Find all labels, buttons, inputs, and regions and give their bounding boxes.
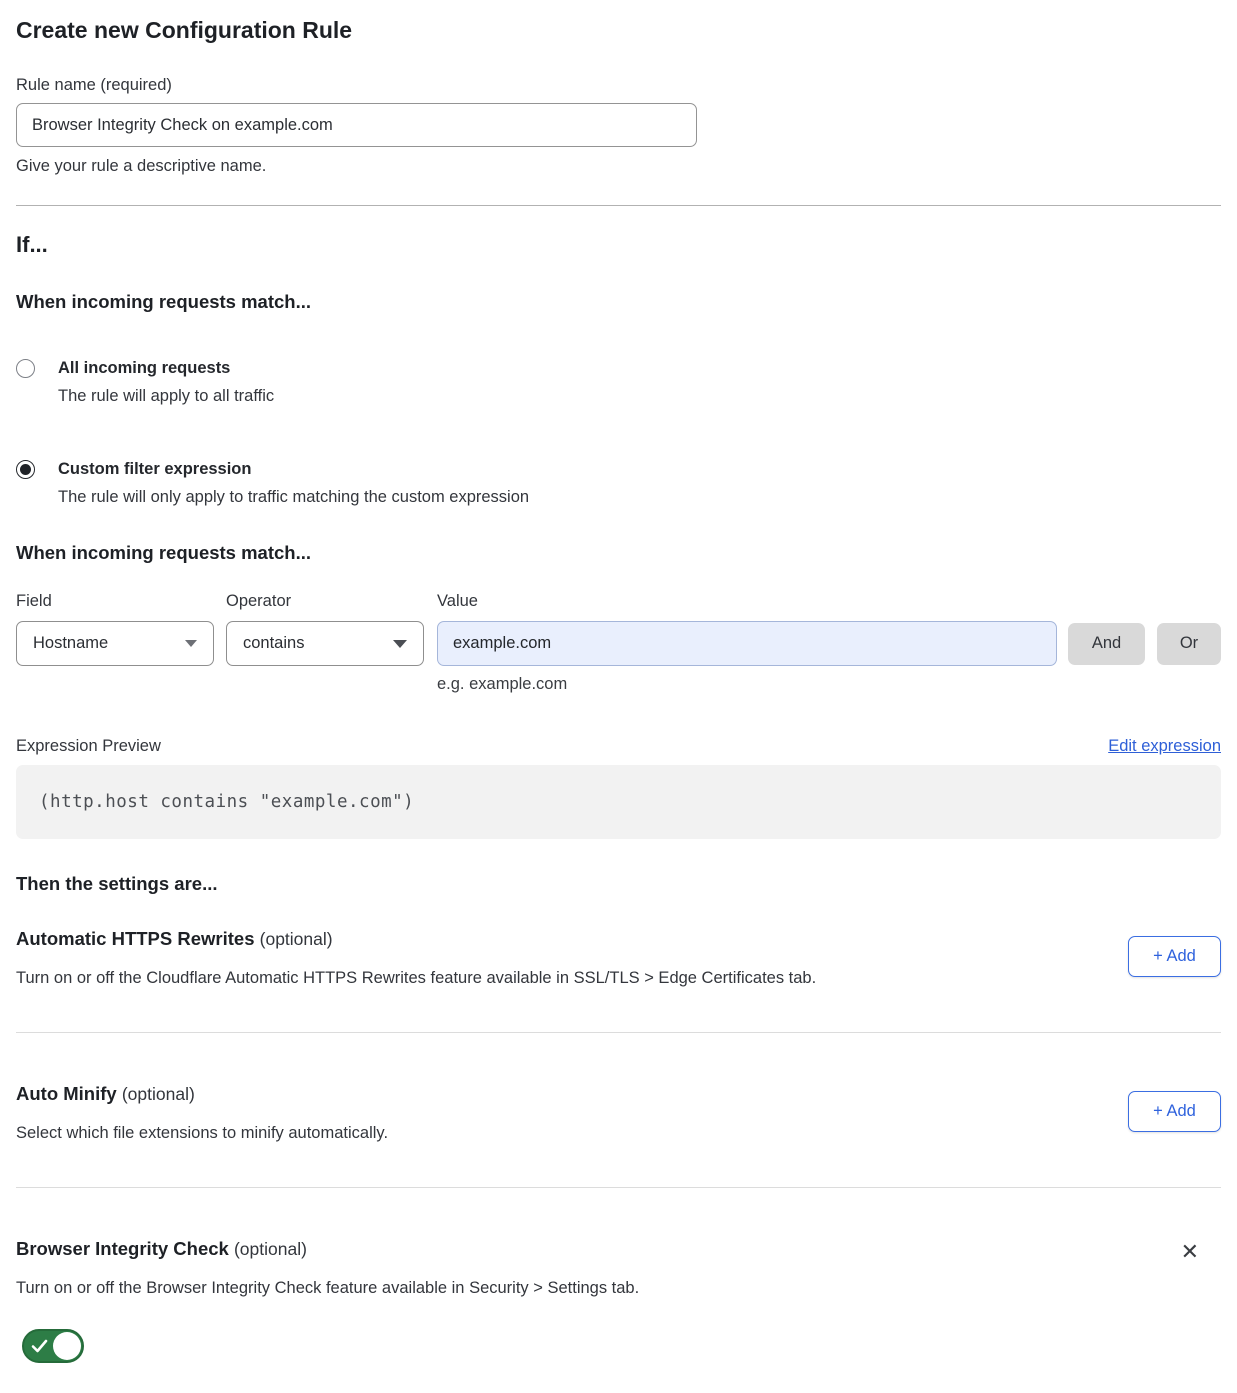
setting-automatic-https-rewrites: Automatic HTTPS Rewrites (optional) Turn… (16, 927, 1221, 989)
radio-option-all-incoming-requests[interactable]: All incoming requests The rule will appl… (16, 357, 1221, 408)
setting-title: Browser Integrity Check (optional) (16, 1237, 639, 1261)
setting-description: Turn on or off the Browser Integrity Che… (16, 1277, 639, 1299)
rule-name-label: Rule name (required) (16, 74, 1221, 96)
optional-tag: (optional) (234, 1239, 307, 1259)
value-example-help: e.g. example.com (437, 675, 1221, 694)
expression-code: (http.host contains "example.com") (39, 792, 414, 812)
value-column-label: Value (437, 592, 478, 611)
browser-integrity-check-toggle[interactable] (22, 1329, 84, 1363)
operator-select-value: contains (243, 634, 304, 653)
toggle-knob (53, 1332, 81, 1360)
setting-description: Turn on or off the Cloudflare Automatic … (16, 967, 816, 989)
section-divider (16, 1032, 1221, 1033)
page-title: Create new Configuration Rule (16, 16, 1221, 44)
optional-tag: (optional) (260, 929, 333, 949)
check-icon (31, 1338, 48, 1354)
setting-browser-integrity-check: Browser Integrity Check (optional) Turn … (16, 1237, 1221, 1363)
section-divider (16, 1187, 1221, 1188)
field-select[interactable]: Hostname (16, 621, 214, 666)
rule-name-input[interactable] (16, 103, 697, 147)
radio-description: The rule will apply to all traffic (58, 385, 274, 408)
field-select-value: Hostname (33, 634, 108, 653)
value-input[interactable] (437, 621, 1057, 666)
rule-name-help: Give your rule a descriptive name. (16, 155, 1221, 177)
radio-option-custom-filter-expression[interactable]: Custom filter expression The rule will o… (16, 458, 1221, 509)
radio-description: The rule will only apply to traffic matc… (58, 486, 529, 509)
or-button[interactable]: Or (1157, 623, 1221, 665)
setting-auto-minify: Auto Minify (optional) Select which file… (16, 1082, 1221, 1144)
expression-preview-label: Expression Preview (16, 737, 161, 756)
expression-preview-code-block: (http.host contains "example.com") (16, 765, 1221, 839)
section-divider (16, 205, 1221, 206)
close-icon[interactable]: ✕ (1181, 1241, 1199, 1363)
operator-select[interactable]: contains (226, 621, 424, 666)
expression-builder-heading: When incoming requests match... (16, 541, 1221, 565)
setting-title: Auto Minify (optional) (16, 1082, 388, 1106)
add-auto-minify-button[interactable]: + Add (1128, 1091, 1221, 1132)
setting-description: Select which file extensions to minify a… (16, 1122, 388, 1144)
chevron-down-icon (185, 640, 197, 647)
radio-button-selected[interactable] (16, 460, 35, 479)
radio-label: Custom filter expression (58, 458, 529, 481)
chevron-down-icon (393, 640, 407, 648)
field-column-label: Field (16, 592, 226, 611)
then-settings-heading: Then the settings are... (16, 872, 1221, 896)
if-heading: If... (16, 232, 1221, 258)
create-configuration-rule-form: Create new Configuration Rule Rule name … (0, 16, 1237, 1363)
radio-button-unselected[interactable] (16, 359, 35, 378)
setting-title: Automatic HTTPS Rewrites (optional) (16, 927, 816, 951)
optional-tag: (optional) (122, 1084, 195, 1104)
edit-expression-link[interactable]: Edit expression (1108, 737, 1221, 756)
match-heading: When incoming requests match... (16, 290, 1221, 314)
and-button[interactable]: And (1068, 623, 1145, 665)
radio-dot (20, 464, 31, 475)
add-automatic-https-rewrites-button[interactable]: + Add (1128, 936, 1221, 977)
radio-label: All incoming requests (58, 357, 274, 380)
operator-column-label: Operator (226, 592, 437, 611)
